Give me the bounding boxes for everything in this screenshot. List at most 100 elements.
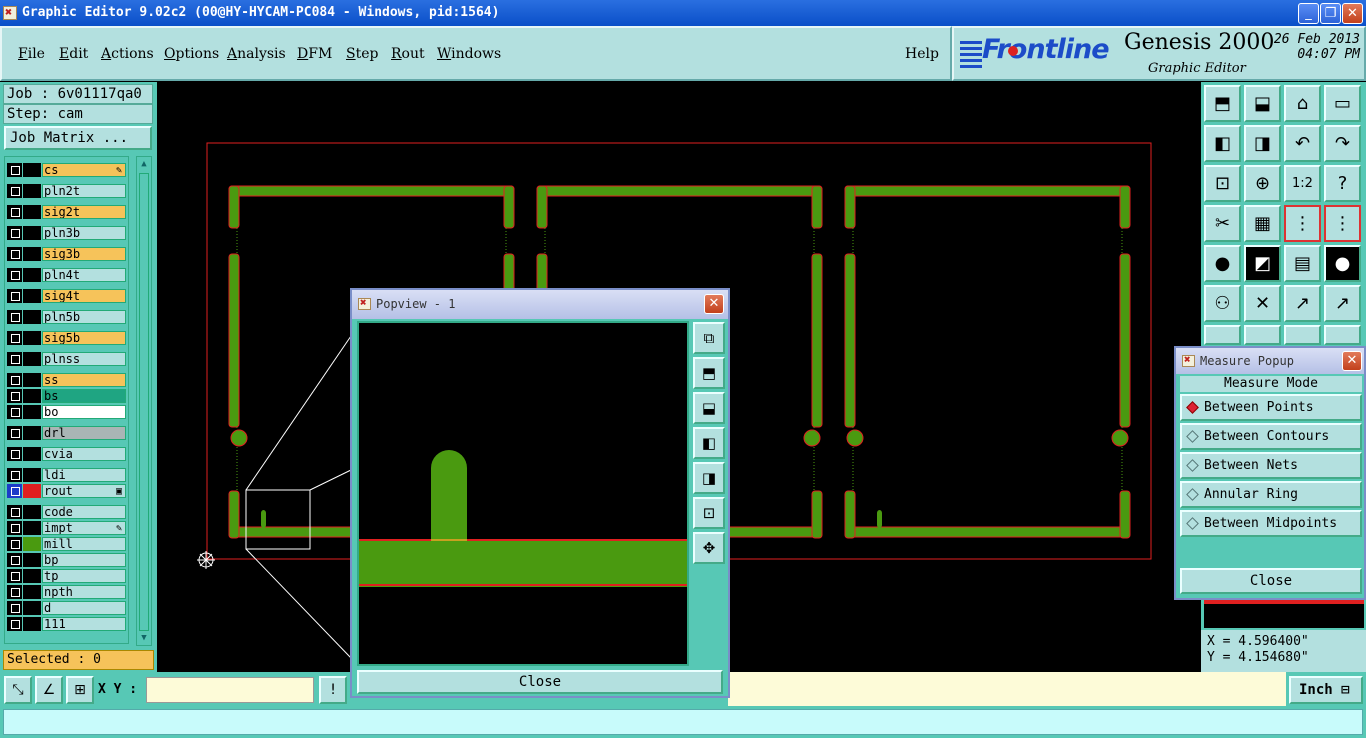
layer-color-swatch[interactable]: [23, 163, 41, 177]
measure-close-button[interactable]: Close: [1180, 568, 1362, 594]
layer-checkbox[interactable]: [7, 373, 22, 387]
layer-row-ss[interactable]: ss: [7, 373, 127, 387]
layer-row-mill[interactable]: mill: [7, 537, 127, 551]
layer-name[interactable]: drl: [42, 426, 126, 440]
measure-option-annular-ring[interactable]: Annular Ring: [1180, 481, 1362, 508]
layer-color-swatch[interactable]: [23, 537, 41, 551]
pan-right-icon[interactable]: ◨: [1244, 125, 1281, 162]
layer-row-bs[interactable]: bs: [7, 389, 127, 403]
layer-name[interactable]: sig3b: [42, 247, 126, 261]
layer-name[interactable]: tp: [42, 569, 126, 583]
radio-diamond-icon[interactable]: [1186, 459, 1199, 472]
layer-checkbox[interactable]: [7, 484, 22, 498]
home-icon[interactable]: ⌂: [1284, 85, 1321, 122]
layer-row-bp[interactable]: bp: [7, 553, 127, 567]
pan-left-icon[interactable]: ◧: [1204, 125, 1241, 162]
layer-color-swatch[interactable]: [23, 373, 41, 387]
measure-icon[interactable]: ◩: [1244, 245, 1281, 282]
layer-color-swatch[interactable]: [23, 389, 41, 403]
settings-icon[interactable]: ✂: [1204, 205, 1241, 242]
layer-checkbox[interactable]: [7, 601, 22, 615]
layer-checkbox[interactable]: [7, 268, 22, 282]
layer-name[interactable]: ldi: [42, 468, 126, 482]
layer-row-111[interactable]: 111: [7, 617, 127, 631]
fit-all-icon[interactable]: ⊡: [1204, 165, 1241, 202]
layer-color-swatch[interactable]: [23, 617, 41, 631]
layer-color-swatch[interactable]: [23, 484, 41, 498]
point-alt-icon[interactable]: ↗: [1324, 285, 1361, 322]
menu-rout[interactable]: Rout: [391, 46, 425, 62]
layer-checkbox[interactable]: [7, 352, 22, 366]
popview-zoom-in-icon[interactable]: ⬒: [693, 357, 725, 389]
layer-row-pln4t[interactable]: pln4t: [7, 268, 127, 282]
layer-checkbox[interactable]: [7, 389, 22, 403]
popview-window[interactable]: Popview - 1 ✕ ⧉ ⬒ ⬓ ◧ ◨ ⊡ ✥ Close: [350, 288, 730, 698]
window-xy-icon[interactable]: ▭: [1324, 85, 1361, 122]
layer-color-swatch[interactable]: [23, 405, 41, 419]
help-icon[interactable]: ?: [1324, 165, 1361, 202]
layer-checkbox[interactable]: [7, 426, 22, 440]
layer-color-swatch[interactable]: [23, 505, 41, 519]
unit-select[interactable]: Inch ⊟: [1289, 676, 1363, 704]
toolbar-button-partial[interactable]: [1284, 325, 1321, 345]
layer-row-impt[interactable]: impt ✎: [7, 521, 127, 535]
grid-icon[interactable]: ▦: [1244, 205, 1281, 242]
layer-name[interactable]: npth: [42, 585, 126, 599]
layer-color-swatch[interactable]: [23, 468, 41, 482]
popview-close-icon[interactable]: ✕: [704, 294, 724, 314]
snap-icon[interactable]: ⋮: [1284, 205, 1321, 242]
layer-name[interactable]: 111: [42, 617, 126, 631]
layer-name[interactable]: sig4t: [42, 289, 126, 303]
ratio-icon[interactable]: 1:2: [1284, 165, 1321, 202]
radio-diamond-icon[interactable]: [1186, 401, 1199, 414]
layer-name[interactable]: sig5b: [42, 331, 126, 345]
layer-color-swatch[interactable]: [23, 585, 41, 599]
layer-row-d[interactable]: d: [7, 601, 127, 615]
menu-analysis[interactable]: Analysis: [227, 46, 286, 62]
layer-color-swatch[interactable]: [23, 553, 41, 567]
layer-color-swatch[interactable]: [23, 205, 41, 219]
net-icon[interactable]: ⚇: [1204, 285, 1241, 322]
layer-row-npth[interactable]: npth: [7, 585, 127, 599]
toolbar-button-partial[interactable]: [1324, 325, 1361, 345]
popview-close-button[interactable]: Close: [357, 670, 723, 694]
menu-file[interactable]: File: [18, 46, 45, 62]
cross-icon[interactable]: ✕: [1244, 285, 1281, 322]
layer-row-pln3b[interactable]: pln3b: [7, 226, 127, 240]
layer-checkbox[interactable]: [7, 553, 22, 567]
layer-row-cvia[interactable]: cvia: [7, 447, 127, 461]
layer-name[interactable]: rout ▣: [42, 484, 126, 498]
layer-row-pln5b[interactable]: pln5b: [7, 310, 127, 324]
layer-checkbox[interactable]: [7, 247, 22, 261]
layer-color-swatch[interactable]: [23, 331, 41, 345]
popview-center-icon[interactable]: ✥: [693, 532, 725, 564]
measure-option-between-midpoints[interactable]: Between Midpoints: [1180, 510, 1362, 537]
layer-name[interactable]: pln5b: [42, 310, 126, 324]
layer-color-swatch[interactable]: [23, 289, 41, 303]
menu-step[interactable]: Step: [346, 46, 378, 62]
measure-option-between-contours[interactable]: Between Contours: [1180, 423, 1362, 450]
layer-checkbox[interactable]: [7, 289, 22, 303]
layer-color-swatch[interactable]: [23, 247, 41, 261]
menu-windows[interactable]: Windows: [437, 46, 501, 62]
layer-color-swatch[interactable]: [23, 569, 41, 583]
layer-checkbox[interactable]: [7, 226, 22, 240]
layer-checkbox[interactable]: [7, 205, 22, 219]
measure-mode-icon[interactable]: ∠: [35, 676, 63, 704]
job-matrix-button[interactable]: Job Matrix ...: [4, 126, 152, 150]
scroll-thumb[interactable]: [139, 173, 149, 631]
layer-color-swatch[interactable]: [23, 601, 41, 615]
layer-name[interactable]: sig2t: [42, 205, 126, 219]
layer-row-cs[interactable]: cs ✎: [7, 163, 127, 177]
layer-color-swatch[interactable]: [23, 184, 41, 198]
measure-close-icon[interactable]: ✕: [1342, 351, 1362, 371]
zoom-center-icon[interactable]: ⊕: [1244, 165, 1281, 202]
radio-diamond-icon[interactable]: [1186, 430, 1199, 443]
undo-icon[interactable]: ↶: [1284, 125, 1321, 162]
layer-color-swatch[interactable]: [23, 226, 41, 240]
layer-checkbox[interactable]: [7, 537, 22, 551]
layer-row-sig2t[interactable]: sig2t: [7, 205, 127, 219]
layer-name[interactable]: impt ✎: [42, 521, 126, 535]
layer-checkbox[interactable]: [7, 521, 22, 535]
layer-color-swatch[interactable]: [23, 268, 41, 282]
